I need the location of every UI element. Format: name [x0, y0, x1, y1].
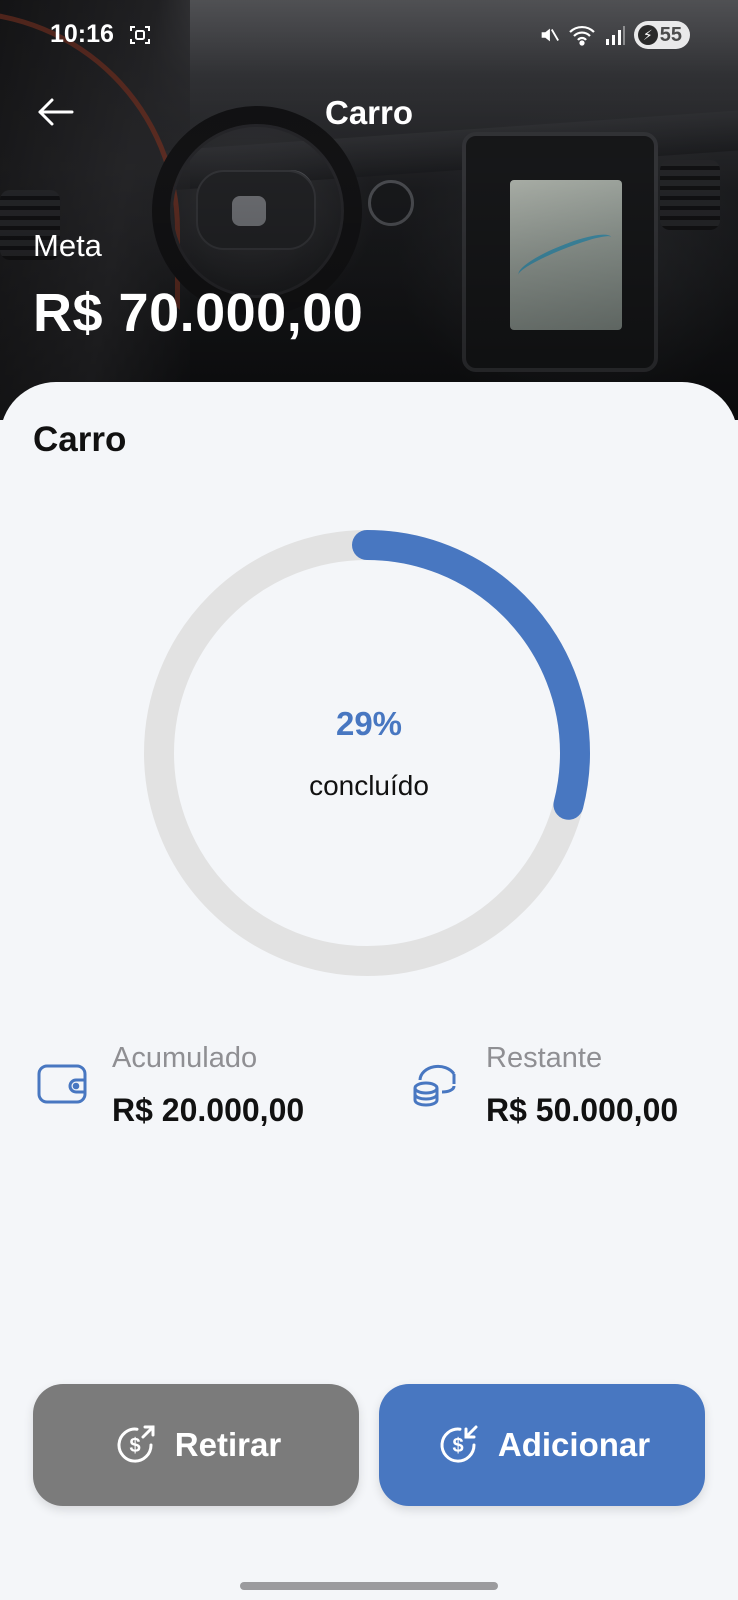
hero-car-photo — [0, 0, 738, 420]
signal-icon — [605, 26, 625, 45]
coins-icon — [413, 1064, 456, 1107]
goal-label: Meta — [33, 228, 102, 263]
progress-caption: concluído — [309, 770, 429, 801]
accumulated-value: R$ 20.000,00 — [112, 1092, 305, 1128]
goal-amount: R$ 70.000,00 — [33, 283, 364, 343]
battery-charging-icon: ⚡ — [637, 25, 658, 45]
goal-name: Carro — [33, 420, 127, 459]
withdraw-label: Retirar — [174, 1426, 282, 1463]
screenshot-icon — [130, 26, 150, 44]
withdraw-button[interactable]: $ Retirar — [33, 1384, 359, 1506]
wallet-icon — [37, 1064, 87, 1104]
status-bar: 10:16 ⚡ 55 — [0, 18, 738, 54]
status-icons: ⚡ 55 — [538, 20, 690, 50]
goal-detail-screen: 10:16 ⚡ 55 Carro Meta R$ 70.000,00 Carro… — [0, 0, 738, 1600]
home-indicator[interactable] — [240, 1582, 498, 1590]
money-in-icon: $ — [440, 1425, 478, 1463]
remaining-value: R$ 50.000,00 — [486, 1092, 679, 1128]
svg-text:$: $ — [452, 1435, 463, 1457]
status-time: 10:16 — [50, 20, 114, 48]
battery-indicator: ⚡ 55 — [633, 21, 690, 49]
progress-percent: 29% — [335, 705, 403, 742]
page-title: Carro — [324, 94, 414, 131]
wifi-icon — [568, 25, 595, 46]
progress-ring — [144, 530, 590, 976]
add-label: Adicionar — [497, 1426, 651, 1463]
svg-text:$: $ — [129, 1435, 140, 1457]
mute-icon — [541, 28, 559, 42]
battery-level: 55 — [659, 23, 682, 46]
remaining-label: Restante — [486, 1042, 603, 1074]
accumulated-label: Acumulado — [112, 1042, 258, 1074]
add-button[interactable]: $ Adicionar — [379, 1384, 705, 1506]
money-out-icon: $ — [117, 1425, 155, 1463]
